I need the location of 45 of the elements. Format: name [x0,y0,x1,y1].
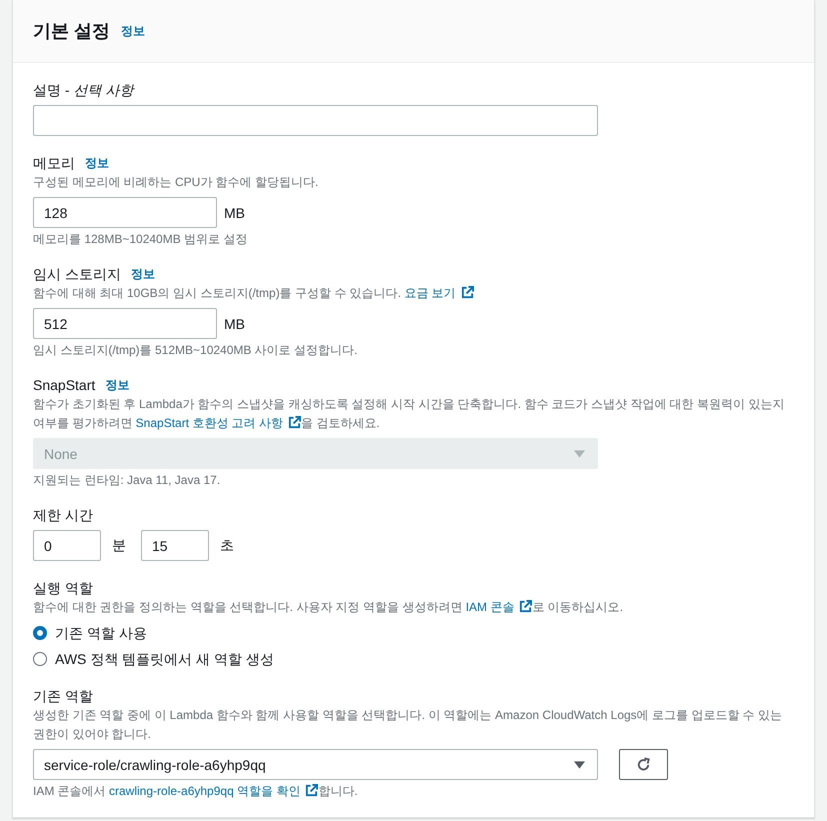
field-label: 실행 역할 [33,579,93,598]
info-link[interactable]: 정보 [85,155,109,171]
field-description: 함수에 대해 최대 10GB의 임시 스토리지(/tmp)를 구성할 수 있습니다. 요금 보기 [33,284,474,303]
number-input[interactable]: 512 [33,308,217,339]
radio-button[interactable] [33,626,47,640]
external-link[interactable]: IAM 콘솔 [466,600,532,614]
radio-option[interactable]: AWS 정책 템플릿에서 새 역할 생성 [33,649,274,669]
radio-button[interactable] [33,652,47,666]
text-input[interactable] [33,105,598,136]
field-label: 설명 - 선택 사항 [33,81,134,100]
refresh-icon [636,757,651,772]
refresh-button[interactable] [619,749,668,780]
external-link[interactable]: crawling-role-a6yhp9qq 역할을 확인 [109,784,318,798]
unit-label: 초 [220,536,234,554]
field-description: 구성된 메모리에 비례하는 CPU가 함수에 할당됩니다. [33,174,318,191]
field-label: 제한 시간 [33,506,93,525]
external-link[interactable]: 요금 보기 [404,286,474,300]
unit-label: MB [224,204,245,220]
caret-down-icon [574,450,585,458]
external-link-icon [519,600,532,613]
field-label: 메모리 [33,154,75,173]
info-link[interactable]: 정보 [121,23,146,39]
section-title: 기본 설정 [33,20,110,42]
field-label: SnapStart [33,376,96,395]
number-input[interactable]: 128 [33,197,217,228]
field-description: 함수가 초기화된 후 Lambda가 함수의 스냅샷을 캐싱하도록 설정해 시작 시간을 단축합니다. 함수 코드가 스냅샷 작업에 대한 복원력이 있는지 여부를 평가하려면 SnapStart 호환성 고려 사항 을 검토하세요. [33,396,786,432]
field-description: 함수에 대한 권한을 정의하는 역할을 선택합니다. 사용자 지정 역할을 생성하려면 IAM 콘솔 로 이동하십시오. [33,599,624,616]
field-description: 생성한 기존 역할 중에 이 Lambda 함수와 함께 사용할 역할을 선택합니다. 이 역할에는 Amazon CloudWatch Logs에 로그를 업로드할 수 있는 권한이 있어야 합니다. [33,707,784,743]
external-link-icon [288,416,302,429]
field-label: 기존 역할 [33,687,93,706]
field-label: 임시 스토리지 [33,265,121,284]
field-hint: 임시 스토리지(/tmp)를 512MB~10240MB 사이로 설정합니다. [33,342,358,358]
caret-down-icon [574,760,585,768]
number-input[interactable]: 0 [33,530,101,561]
external-link-icon [305,784,318,797]
field-hint: IAM 콘솔에서 crawling-role-a6yhp9qq 역할을 확인 합니다. [33,783,358,799]
unit-label: MB [224,316,245,332]
field-hint: 메모리를 128MB~10240MB 범위로 설정 [33,231,248,247]
info-link[interactable]: 정보 [130,266,155,282]
radio-option[interactable]: 기존 역할 사용 [33,623,274,643]
external-link-icon [460,286,474,299]
dropdown-select[interactable]: service-role/crawling-role-a6yhp9qq [33,749,598,780]
field-hint: 지원되는 런타임: Java 11, Java 17. [33,472,220,488]
unit-label: 분 [112,536,126,554]
number-input[interactable]: 15 [141,530,209,561]
